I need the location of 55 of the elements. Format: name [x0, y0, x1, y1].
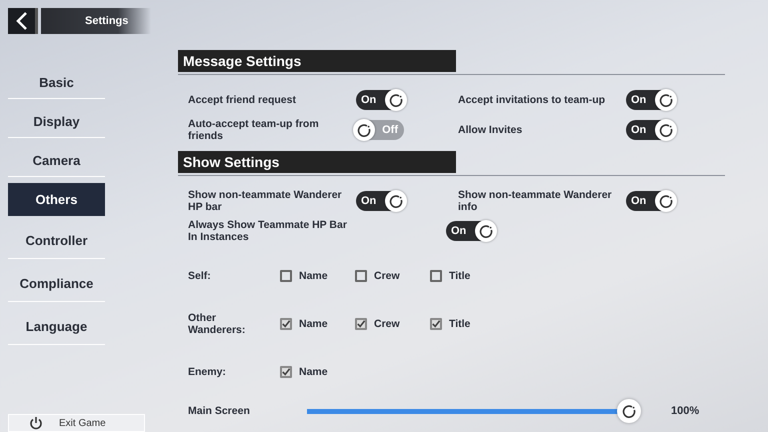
setting-label: Show non-teammate Wanderer info	[458, 189, 613, 213]
sidebar-item[interactable]: Basic	[8, 66, 105, 99]
sidebar-item[interactable]: Compliance	[8, 265, 105, 302]
setting-label: Show non-teammate Wanderer HP bar	[188, 189, 343, 213]
toggle-switch[interactable]: On	[626, 90, 674, 110]
ring-icon	[659, 93, 673, 107]
section-title: Show Settings	[178, 151, 456, 173]
sidebar-item[interactable]: Controller	[8, 222, 105, 259]
sidebar-item[interactable]: Camera	[8, 144, 105, 177]
checkbox[interactable]	[430, 270, 442, 282]
sidebar-item[interactable]: Display	[8, 105, 105, 138]
sidebar-item[interactable]: Others	[8, 183, 105, 216]
section-title: Message Settings	[178, 50, 456, 72]
option-label: Crew	[374, 318, 400, 330]
ring-icon	[622, 404, 636, 418]
toggle-switch[interactable]: On	[356, 191, 404, 211]
checkbox[interactable]	[280, 270, 292, 282]
checkbox[interactable]	[280, 366, 292, 378]
page-title: Settings	[41, 8, 151, 34]
ring-icon	[357, 123, 371, 137]
power-icon	[29, 416, 43, 430]
option-label: Name	[299, 366, 328, 378]
ring-icon	[389, 194, 403, 208]
back-button[interactable]	[8, 8, 38, 34]
option-label: Name	[299, 318, 328, 330]
checkbox[interactable]	[430, 318, 442, 330]
ring-icon	[389, 93, 403, 107]
setting-label: Accept friend request	[188, 94, 297, 106]
toggle-switch[interactable]: On	[626, 191, 674, 211]
toggle-switch[interactable]: On	[626, 120, 674, 140]
ring-icon	[659, 123, 673, 137]
option-label: Title	[449, 318, 470, 330]
setting-label: Always Show Teammate HP Bar In Instances	[188, 219, 348, 243]
toggle-switch[interactable]: On	[356, 90, 404, 110]
row-label: Enemy:	[188, 366, 227, 378]
option-label: Title	[449, 270, 470, 282]
ring-icon	[659, 194, 673, 208]
slider-value: 100%	[671, 405, 700, 417]
toggle-switch[interactable]: On	[446, 221, 494, 241]
setting-label: Allow Invites	[458, 124, 524, 136]
slider-thumb[interactable]	[617, 398, 641, 422]
row-label: Self:	[188, 270, 212, 282]
option-label: Crew	[374, 270, 400, 282]
row-label: Other Wanderers:	[188, 312, 246, 336]
ring-icon	[479, 224, 493, 238]
setting-label: Accept invitations to team-up	[458, 94, 606, 106]
option-label: Name	[299, 270, 328, 282]
slider-label: Main Screen	[188, 405, 251, 417]
exit-button[interactable]: Exit Game	[8, 414, 145, 432]
sidebar-item[interactable]: Language	[8, 308, 105, 345]
checkbox[interactable]	[280, 318, 292, 330]
checkbox[interactable]	[355, 318, 367, 330]
checkbox[interactable]	[355, 270, 367, 282]
back-icon	[16, 12, 28, 30]
setting-label: Auto-accept team-up from friends	[188, 118, 320, 142]
